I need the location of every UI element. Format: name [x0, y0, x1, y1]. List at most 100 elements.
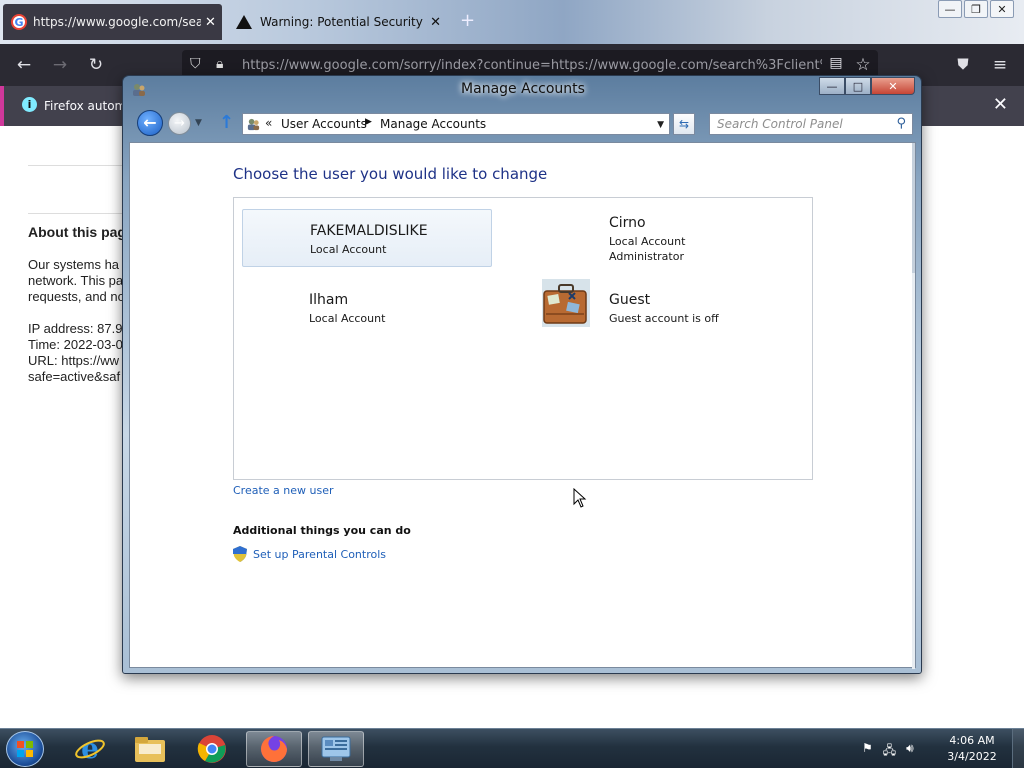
start-button[interactable] [6, 731, 44, 767]
tab-google[interactable]: G https://www.google.com/sear ✕ [3, 4, 222, 40]
system-tray: ⚑ 🖧︎ 🔊︎ [862, 741, 914, 762]
network-icon[interactable]: 🖧︎ [883, 741, 896, 762]
scrollbar-thumb[interactable] [912, 143, 915, 273]
breadcrumb-separator-icon[interactable]: ▶ [365, 117, 372, 127]
menu-icon[interactable]: ≡ [990, 55, 1010, 75]
breadcrumb-manage-accounts[interactable]: Manage Accounts [380, 117, 486, 131]
firefox-icon [261, 736, 287, 762]
page-title: Choose the user you would like to change [233, 165, 548, 183]
volume-icon[interactable]: 🔊︎ [906, 741, 914, 762]
account-ilham[interactable]: Ilham Local Account [242, 279, 492, 337]
account-name: Cirno [609, 215, 646, 231]
url-text[interactable]: URL: https://ww [28, 353, 119, 369]
time-text: Time: 2022-03-0 [28, 337, 123, 352]
scrollbar[interactable] [912, 143, 915, 669]
notification-text: Firefox automa [44, 99, 134, 113]
address-bar[interactable]: « User Accounts ▶ Manage Accounts ▼ [242, 113, 670, 135]
forward-arrow-icon[interactable]: → [50, 55, 70, 75]
close-button[interactable]: ✕ [990, 0, 1014, 18]
info-icon: i [22, 97, 37, 112]
taskbar-firefox[interactable] [246, 731, 302, 767]
account-type: Local Account [309, 312, 386, 325]
account-name: Guest [609, 292, 651, 308]
divider [28, 213, 128, 214]
uac-shield-icon [233, 546, 247, 562]
tab-title: https://www.google.com/sear [33, 15, 201, 29]
accounts-list: FAKEMALDISLIKE Local Account Cirno Local… [233, 197, 813, 480]
account-role: Administrator [609, 250, 684, 263]
account-name: Ilham [309, 292, 349, 308]
additional-things-heading: Additional things you can do [233, 524, 411, 537]
breadcrumb-user-accounts[interactable]: User Accounts [281, 117, 367, 131]
up-arrow-icon[interactable]: ↑ [219, 112, 234, 133]
account-type: Local Account [310, 243, 387, 256]
refresh-button[interactable]: ⇆ [673, 113, 695, 135]
maximize-button[interactable]: □ [845, 77, 871, 95]
account-fakemaldislike[interactable]: FAKEMALDISLIKE Local Account [242, 209, 492, 267]
account-status: Guest account is off [609, 312, 719, 325]
mouse-cursor-icon [573, 488, 587, 508]
back-button[interactable]: ← [137, 110, 163, 136]
breadcrumb-overflow[interactable]: « [265, 116, 272, 130]
shield-icon[interactable]: ⛉ [190, 56, 201, 72]
reader-view-icon[interactable]: ▤ [826, 55, 846, 71]
taskbar-file-explorer[interactable] [122, 731, 178, 767]
window-controls: — □ ✕ [819, 77, 915, 95]
close-button[interactable]: ✕ [871, 77, 915, 95]
browser-window-controls: — ❐ ✕ [938, 0, 1014, 18]
taskbar-internet-explorer[interactable]: e [62, 731, 118, 767]
recent-pages-dropdown-icon[interactable]: ▼ [195, 118, 202, 128]
reload-icon[interactable]: ↻ [86, 55, 106, 75]
control-panel-icon [321, 736, 351, 761]
browser-tab-bar: G https://www.google.com/sear ✕ Warning:… [0, 0, 1024, 44]
page-paragraph-line: requests, and no [28, 289, 125, 304]
create-new-user-link[interactable]: Create a new user [233, 484, 334, 497]
action-center-flag-icon[interactable]: ⚑ [862, 741, 873, 762]
system-clock[interactable]: 4:06 AM 3/4/2022 [938, 733, 1006, 765]
account-type: Local Account [609, 235, 686, 248]
tab-close-icon[interactable]: ✕ [205, 15, 216, 30]
tab-security-warning[interactable]: Warning: Potential Security Risk ✕ [228, 4, 441, 40]
url-text-continued[interactable]: safe=active&saf [28, 369, 120, 385]
parental-controls-link[interactable]: Set up Parental Controls [233, 546, 386, 562]
search-input[interactable]: Search Control Panel ⚲ [709, 113, 913, 135]
tab-title: Warning: Potential Security Risk [260, 15, 426, 29]
divider [28, 165, 128, 166]
tab-close-icon[interactable]: ✕ [430, 15, 441, 30]
pocket-icon[interactable]: ⛊ [953, 55, 973, 73]
search-placeholder: Search Control Panel [717, 117, 843, 131]
taskbar: e ⚑ 🖧︎ 🔊︎ 4:06 AM 3/4/2022 [0, 728, 1024, 768]
account-name: FAKEMALDISLIKE [310, 223, 428, 239]
navigation-bar: ← → ▼ ↑ « User Accounts ▶ Manage Account… [137, 110, 917, 138]
minimize-button[interactable]: — [938, 0, 962, 18]
notification-close-icon[interactable]: ✕ [993, 94, 1008, 115]
page-paragraph-line: Our systems ha [28, 257, 120, 272]
lock-icon[interactable]: 🔒︎ [216, 56, 223, 72]
internet-explorer-icon: e [75, 733, 105, 765]
restore-button[interactable]: ❐ [964, 0, 988, 18]
chrome-icon [197, 735, 226, 763]
clock-time: 4:06 AM [949, 734, 995, 747]
account-guest[interactable]: Guest Guest account is off [542, 279, 792, 337]
taskbar-control-panel[interactable] [308, 731, 364, 767]
google-icon: G [11, 14, 27, 30]
page-paragraph-line: network. This pa [28, 273, 124, 288]
address-dropdown-icon[interactable]: ▼ [657, 120, 664, 130]
show-desktop-button[interactable] [1012, 729, 1024, 768]
search-icon[interactable]: ⚲ [896, 116, 906, 131]
url-text[interactable]: https://www.google.com/sorry/index?conti… [242, 58, 822, 73]
minimize-button[interactable]: — [819, 77, 845, 95]
account-cirno[interactable]: Cirno Local Account Administrator [542, 202, 792, 263]
page-heading: About this page [28, 224, 134, 240]
manage-accounts-window: Manage Accounts — □ ✕ ← → ▼ ↑ « User Acc… [122, 75, 922, 674]
windows-logo-icon [17, 741, 33, 757]
warning-icon [236, 15, 252, 29]
forward-button[interactable]: → [168, 112, 191, 135]
file-explorer-icon [135, 737, 165, 762]
window-title: Manage Accounts [461, 81, 585, 97]
back-arrow-icon[interactable]: ← [14, 55, 34, 75]
clock-date: 3/4/2022 [947, 750, 997, 763]
taskbar-chrome[interactable] [184, 731, 240, 767]
new-tab-button[interactable]: + [460, 10, 475, 31]
bookmark-star-icon[interactable]: ☆ [853, 55, 873, 75]
